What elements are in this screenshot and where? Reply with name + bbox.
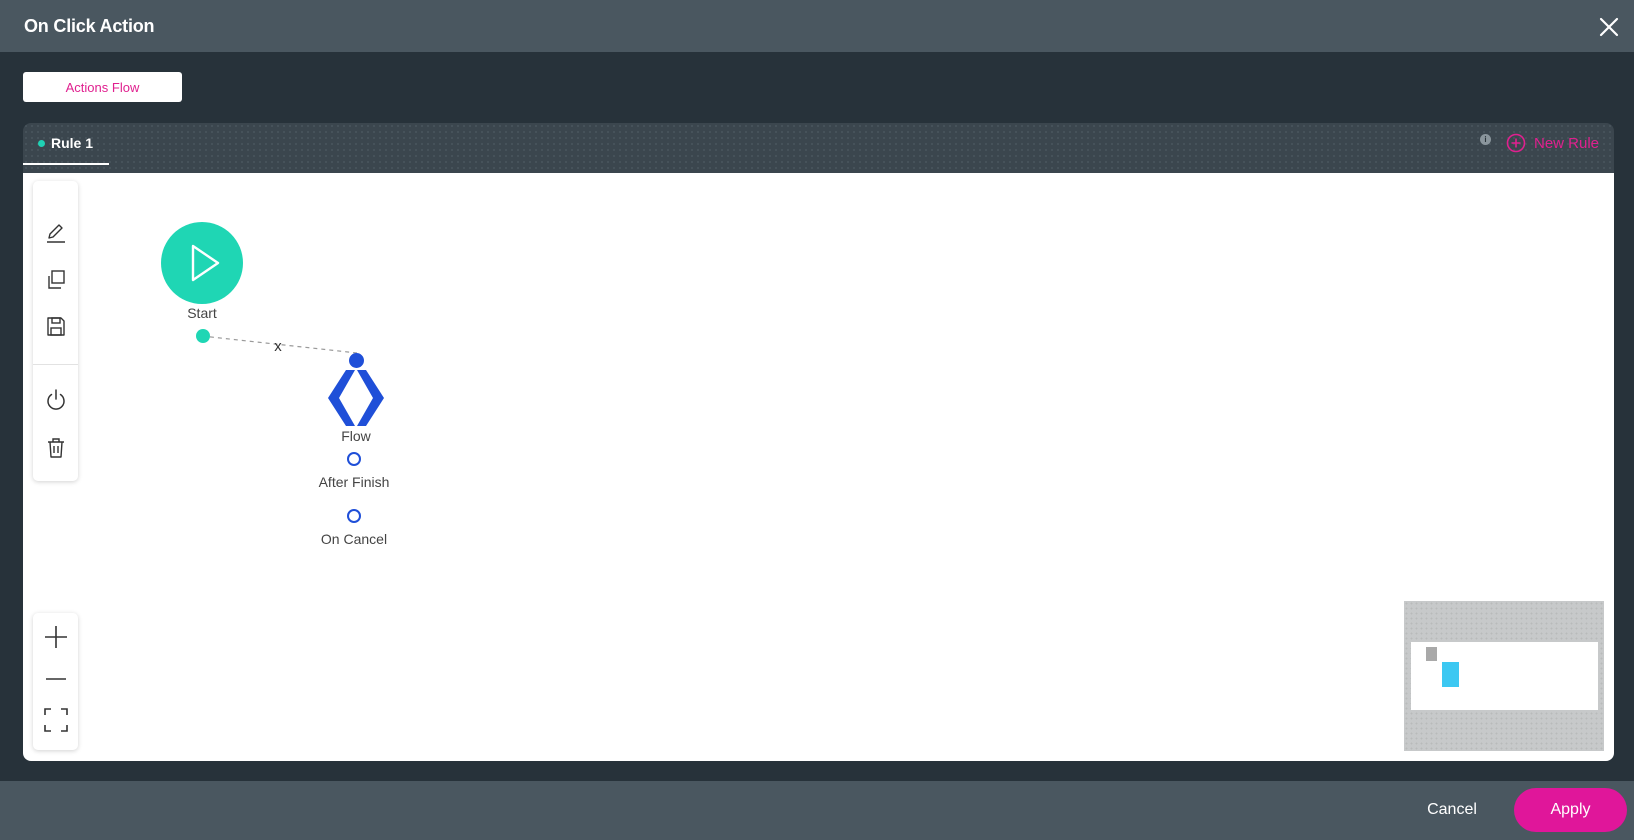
after-finish-port[interactable] bbox=[347, 452, 361, 466]
on-cancel-label: On Cancel bbox=[320, 531, 388, 547]
minimap-flow-node bbox=[1442, 662, 1459, 687]
modal-header: On Click Action bbox=[0, 0, 1634, 52]
edit-icon[interactable] bbox=[43, 220, 69, 246]
close-icon[interactable] bbox=[1598, 16, 1620, 38]
minimap-start-node bbox=[1426, 647, 1437, 661]
rule-tab-label: Rule 1 bbox=[51, 135, 94, 151]
minimap[interactable] bbox=[1404, 601, 1604, 751]
rule-status-dot bbox=[38, 139, 45, 147]
flow-node-label: Flow bbox=[341, 428, 371, 444]
zoom-in-icon[interactable] bbox=[42, 623, 70, 651]
copy-icon[interactable] bbox=[43, 267, 69, 293]
play-icon bbox=[191, 244, 220, 282]
start-node-label: Start bbox=[187, 305, 217, 321]
on-cancel-port[interactable] bbox=[347, 509, 361, 523]
on-click-action-modal: On Click Action Actions Flow Rule 1 i Ne… bbox=[0, 0, 1634, 840]
new-rule-label: New Rule bbox=[1534, 134, 1600, 152]
plus-circle-icon bbox=[1506, 133, 1526, 153]
after-finish-label: After Finish bbox=[318, 474, 390, 490]
tab-actions-flow[interactable]: Actions Flow bbox=[23, 72, 182, 102]
canvas-toolbar bbox=[33, 181, 78, 481]
zoom-controls bbox=[33, 613, 78, 750]
info-icon[interactable]: i bbox=[1480, 134, 1491, 145]
save-icon[interactable] bbox=[43, 314, 69, 340]
trash-icon[interactable] bbox=[43, 435, 69, 461]
zoom-out-icon[interactable] bbox=[42, 665, 70, 693]
tab-rule-1[interactable]: Rule 1 bbox=[23, 123, 109, 165]
modal-footer bbox=[0, 781, 1634, 840]
toolbar-divider bbox=[33, 364, 78, 365]
start-node[interactable] bbox=[161, 222, 243, 304]
fit-view-icon[interactable] bbox=[42, 706, 70, 734]
flow-canvas[interactable] bbox=[23, 173, 1614, 761]
minimap-viewport[interactable] bbox=[1411, 642, 1598, 710]
remove-connection-button[interactable]: x bbox=[274, 338, 282, 355]
start-output-port[interactable] bbox=[196, 329, 210, 343]
cancel-button[interactable]: Cancel bbox=[1412, 791, 1492, 829]
apply-button[interactable]: Apply bbox=[1514, 788, 1627, 832]
rule-tabs-bar: Rule 1 bbox=[23, 123, 1614, 173]
flow-node-icon[interactable] bbox=[326, 368, 386, 428]
power-icon[interactable] bbox=[43, 387, 69, 413]
modal-title: On Click Action bbox=[24, 16, 155, 36]
new-rule-button[interactable]: New Rule bbox=[1506, 133, 1599, 153]
flow-input-port[interactable] bbox=[349, 353, 364, 368]
